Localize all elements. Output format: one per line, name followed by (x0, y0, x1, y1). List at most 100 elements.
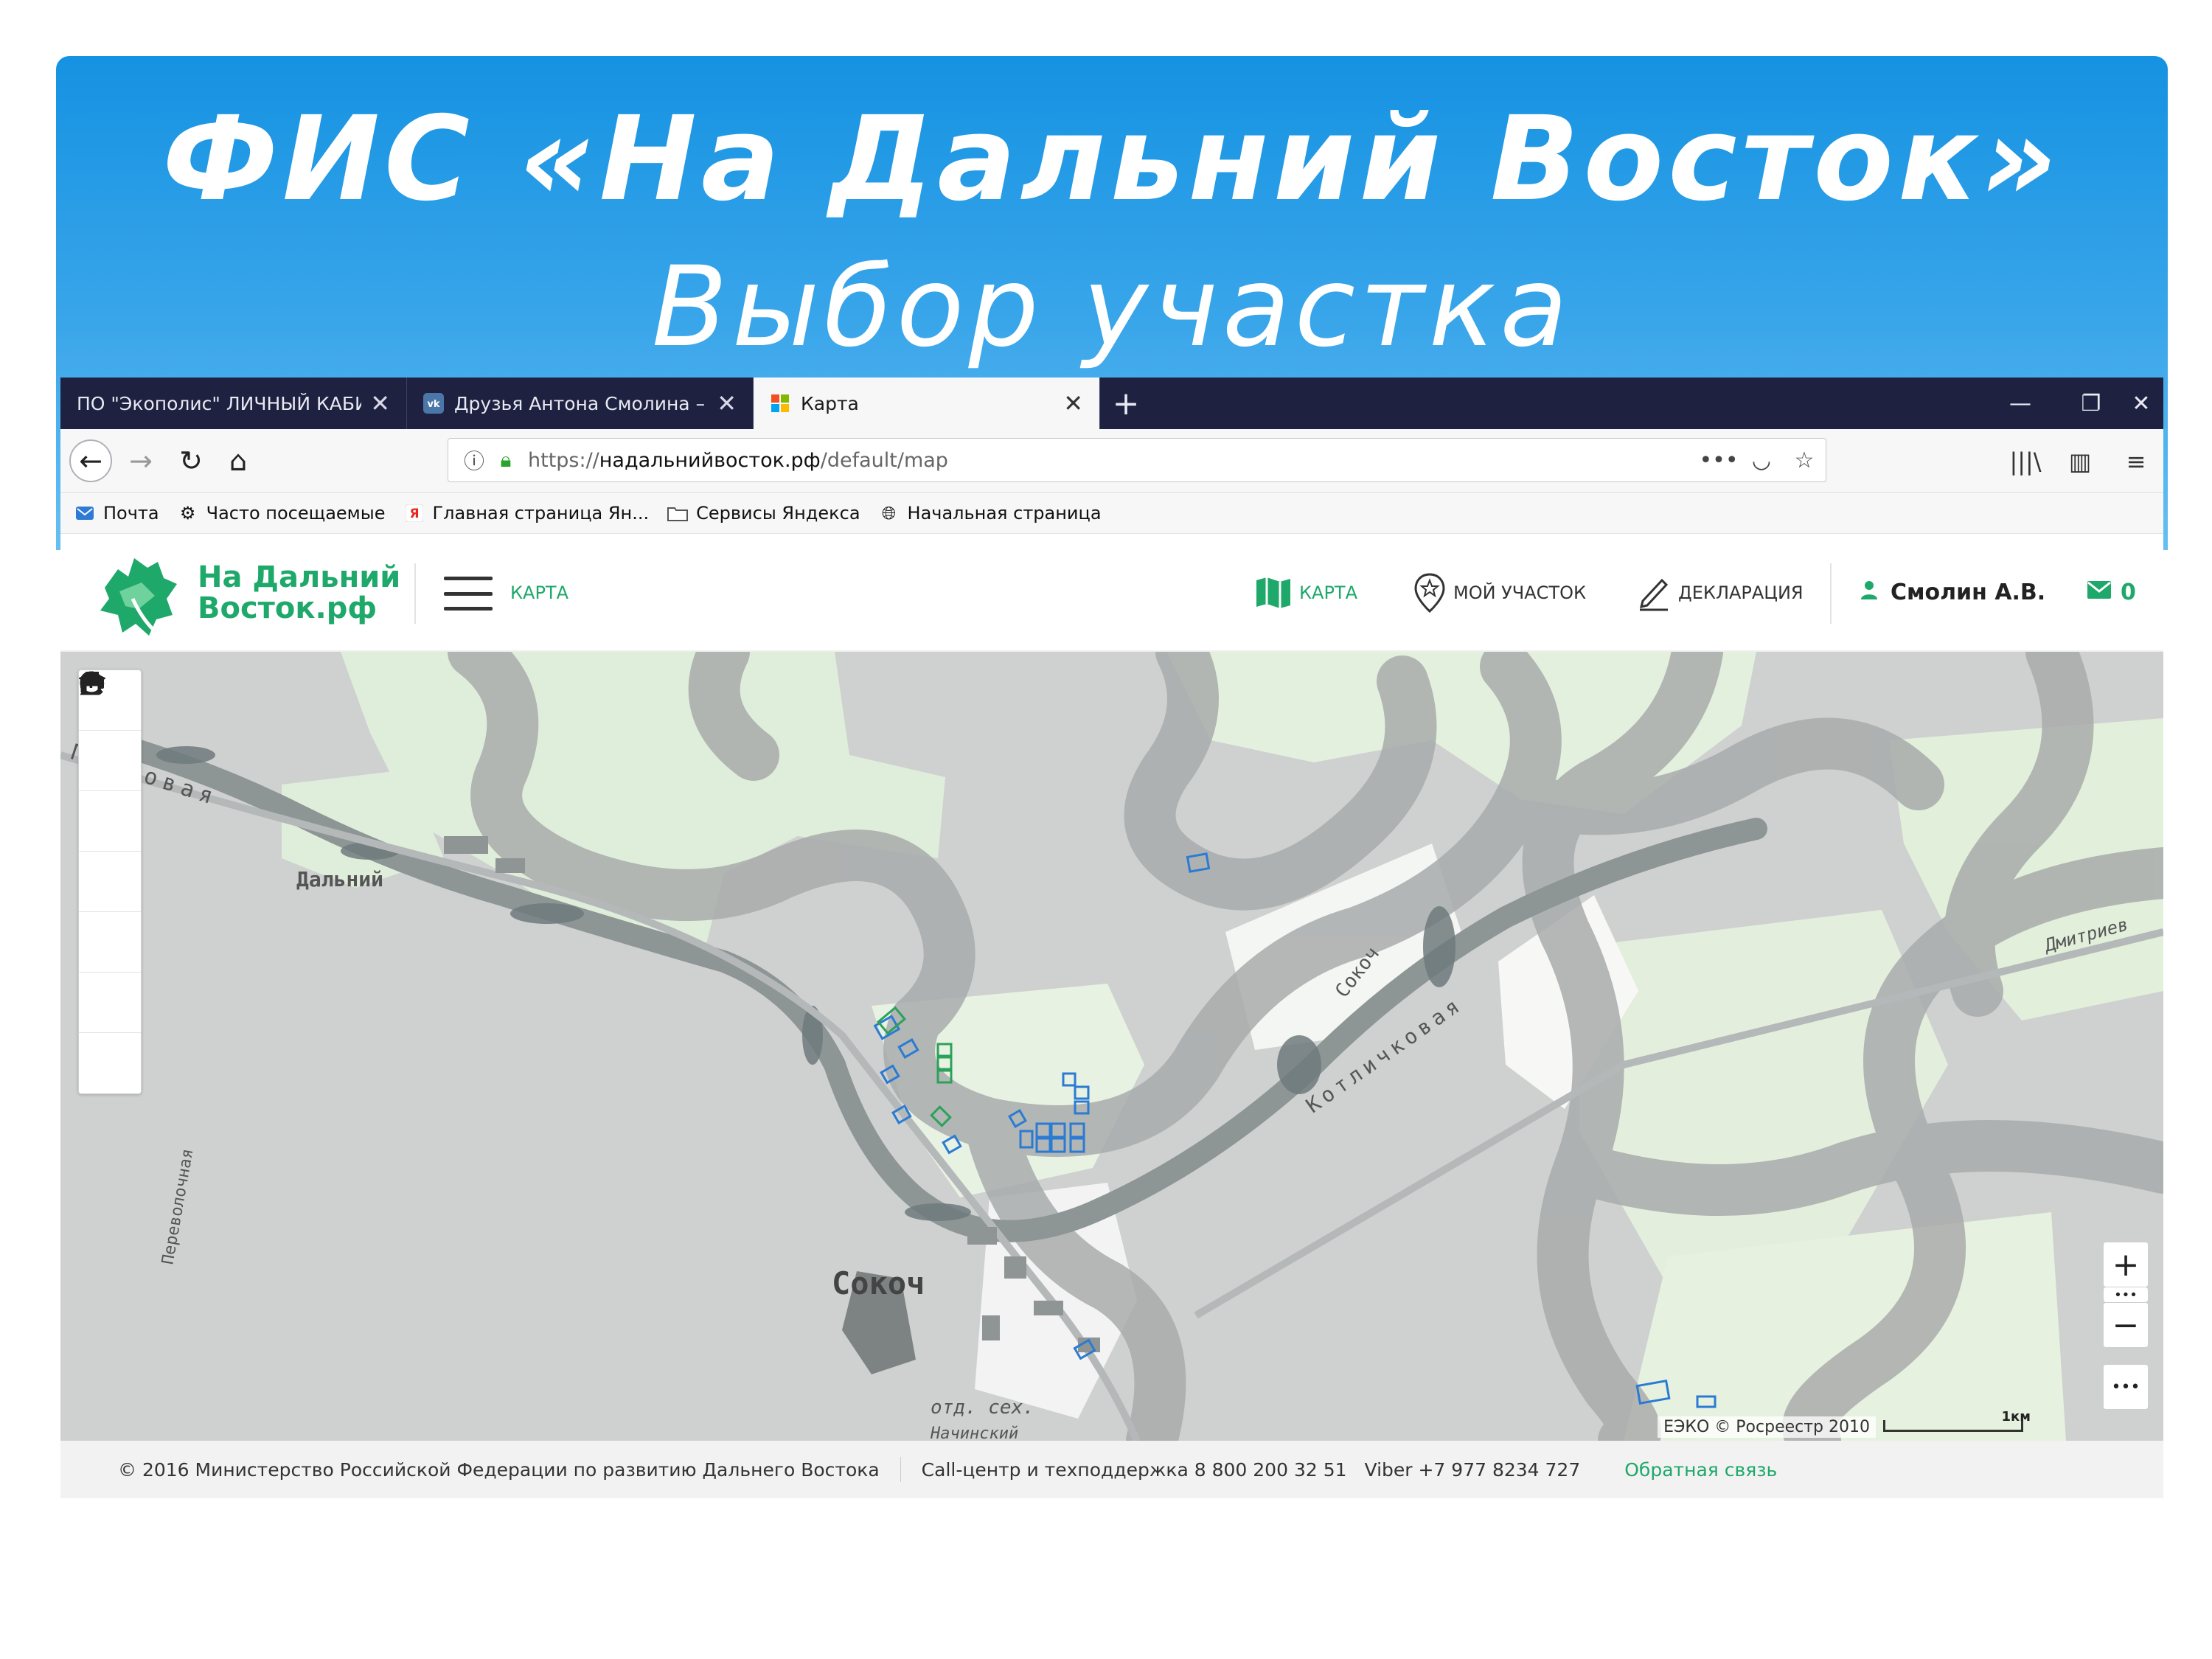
user-profile-link[interactable]: Смолин А.В. (1860, 580, 2045, 605)
folder-icon (667, 502, 689, 524)
url-host: надальнийвосток.рф (599, 448, 821, 472)
current-section-label: КАРТА (510, 582, 569, 603)
messages-link[interactable]: 0 (2087, 580, 2136, 605)
logo-text[interactable]: На Дальний Восток.рф (198, 562, 400, 624)
svg-text:?: ? (87, 674, 96, 692)
print-icon[interactable] (79, 672, 141, 1033)
tab-label: ПО "Экополис" ЛИЧНЫЙ КАБИНЕ (77, 392, 361, 414)
bookmarks-bar: Почта ⚙ Часто посещаемые Я Главная стран… (60, 493, 2163, 534)
slide-subtitle: Выбор участка (651, 243, 1573, 372)
zoom-slider-handle[interactable]: ••• (2103, 1287, 2149, 1303)
map-attribution: ЕЭКО © Росреестр 2010 (1658, 1416, 1876, 1438)
yandex-icon: Я (403, 502, 425, 524)
tab-map[interactable]: Карта ✕ (754, 378, 1100, 429)
map-label-town: Сокоч (832, 1265, 925, 1301)
help-icon[interactable]: ? (79, 671, 141, 1093)
close-icon[interactable]: ✕ (717, 389, 737, 417)
footer-viber: Viber +7 977 8234 727 (1364, 1458, 1581, 1481)
bookmark-label: Почта (103, 502, 159, 524)
restore-button[interactable]: ❐ (2056, 378, 2126, 429)
mail-count: 0 (2121, 580, 2136, 605)
info-icon[interactable] (79, 671, 141, 973)
bookmark-star-icon[interactable]: ☆ (1783, 448, 1826, 473)
footer-support: Call-центр и техподдержка 8 800 200 32 5… (921, 1458, 1347, 1481)
map-tool-panel: ? (78, 669, 142, 1094)
sidebar-icon[interactable]: ▥ (2062, 447, 2098, 476)
forward-button[interactable]: → (119, 439, 162, 482)
nav-declaration[interactable]: ДЕКЛАРАЦИЯ (1637, 569, 1804, 616)
globe-icon: 🌐︎ (881, 502, 897, 524)
tab-label: Друзья Антона Смолина – 8 д (454, 392, 708, 414)
site-favicon-icon (771, 394, 789, 412)
map-view[interactable]: Дальний Сокоч Сокоч Котличковая Переволо… (60, 652, 2163, 1441)
mail-icon (74, 502, 96, 524)
lock-icon: 🔒︎ (500, 448, 512, 472)
tab-ecopolis[interactable]: ПО "Экополис" ЛИЧНЫЙ КАБИНЕ ✕ (60, 378, 407, 429)
envelope-icon (2087, 580, 2112, 605)
gear-icon: ⚙ (179, 502, 196, 524)
hamburger-menu-icon[interactable] (444, 577, 493, 611)
bookmark-start-page[interactable]: 🌐︎ Начальная страница (878, 502, 1102, 524)
minimize-button[interactable]: — (1985, 378, 2056, 429)
draw-polygon-icon[interactable] (79, 673, 141, 852)
pocket-icon[interactable]: ◡ (1740, 448, 1783, 473)
close-window-button[interactable]: ✕ (2119, 378, 2163, 429)
zoom-in-button[interactable]: + (2103, 1242, 2149, 1287)
tab-bar: ПО "Экополис" ЛИЧНЫЙ КАБИНЕ ✕ vk Друзья … (60, 378, 2163, 429)
site-logo-icon[interactable] (90, 547, 186, 643)
user-icon (1860, 580, 1879, 605)
map-label-dept2: Начинский (931, 1425, 1019, 1441)
more-options-button[interactable]: ••• (2103, 1364, 2149, 1410)
user-name: Смолин А.В. (1891, 580, 2046, 605)
bookmark-label: Главная страница Ян... (432, 502, 650, 524)
footer-copyright: © 2016 Министерство Российской Федерации… (118, 1458, 880, 1481)
url-text[interactable]: https://надальнийвосток.рф/default/map (519, 449, 1697, 472)
tab-vk-friends[interactable]: vk Друзья Антона Смолина – 8 д ✕ (407, 378, 754, 429)
nav-my-plot-label: МОЙ УЧАСТОК (1453, 582, 1587, 603)
zoom-out-button[interactable]: − (2103, 1302, 2149, 1348)
pencil-icon (1637, 574, 1671, 611)
svg-text:Я: Я (409, 507, 419, 521)
close-icon[interactable]: ✕ (1063, 389, 1083, 417)
page-actions-icon[interactable]: ••• (1697, 448, 1740, 473)
menu-icon[interactable]: ≡ (2118, 447, 2154, 476)
bookmark-label: Часто посещаемые (206, 502, 386, 524)
map-pin-star-icon (1413, 572, 1446, 613)
map-icon (1255, 576, 1292, 610)
browser-window: ПО "Экополис" ЛИЧНЫЙ КАБИНЕ ✕ vk Друзья … (60, 378, 2163, 1498)
divider (1830, 563, 1832, 624)
bookmark-frequent[interactable]: ⚙ Часто посещаемые (177, 502, 386, 524)
nav-bar: ← → ↻ ⌂ ⓘ 🔒︎ https://надальнийвосток.рф/… (60, 429, 2163, 493)
url-bar[interactable]: ⓘ 🔒︎ https://надальнийвосток.рф/default/… (448, 438, 1826, 482)
url-path: /default/map (820, 448, 948, 472)
bookmark-mail[interactable]: Почта (74, 502, 159, 524)
nav-map[interactable]: КАРТА (1255, 569, 1357, 616)
map-scale-label: 1км (2001, 1409, 2031, 1425)
home-button[interactable]: ⌂ (217, 439, 260, 482)
feedback-link[interactable]: Обратная связь (1624, 1459, 1777, 1481)
close-icon[interactable]: ✕ (370, 389, 390, 417)
search-icon[interactable] (79, 672, 141, 791)
edit-icon[interactable] (79, 672, 141, 912)
divider (900, 1457, 901, 1482)
back-button[interactable]: ← (69, 439, 112, 482)
nav-map-label: КАРТА (1299, 582, 1358, 603)
bookmark-yandex-services[interactable]: Сервисы Яндекса (667, 502, 860, 524)
site-header: На Дальний Восток.рф КАРТА КАРТА МОЙ УЧА… (60, 534, 2163, 652)
site-footer: © 2016 Министерство Российской Федерации… (60, 1441, 2163, 1498)
bookmark-yandex-home[interactable]: Я Главная страница Ян... (403, 502, 650, 524)
svg-text:vk: vk (427, 399, 439, 410)
nav-my-plot[interactable]: МОЙ УЧАСТОК (1413, 569, 1586, 616)
map-label-dept: отд. сех. (931, 1397, 1034, 1419)
nav-declaration-label: ДЕКЛАРАЦИЯ (1678, 582, 1804, 603)
new-tab-button[interactable]: + (1104, 378, 1148, 429)
map-label-village: Дальний (296, 867, 384, 891)
info-icon[interactable]: ⓘ (456, 445, 493, 475)
divider (414, 563, 416, 624)
url-scheme: https:// (528, 448, 599, 472)
tab-label: Карта (801, 392, 859, 414)
bookmark-label: Сервисы Яндекса (696, 502, 860, 524)
reload-button[interactable]: ↻ (170, 439, 212, 482)
logo-line-2: Восток.рф (198, 591, 378, 625)
library-icon[interactable]: |||\ (2007, 447, 2044, 476)
